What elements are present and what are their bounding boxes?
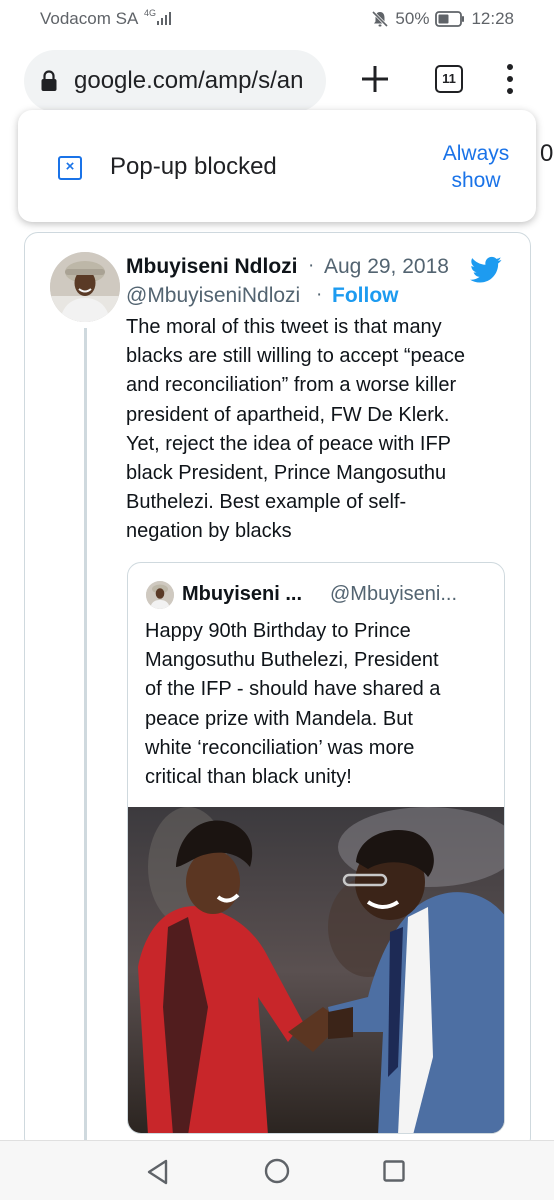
tweet-text-line: Buthelezi. Best example of self- <box>126 491 407 514</box>
tab-switcher-button[interactable]: 11 <box>435 65 463 93</box>
tweet-text-line: and reconciliation” from a worse killer <box>126 374 457 397</box>
separator-dot: · <box>308 255 315 276</box>
signal-icon <box>157 12 171 25</box>
carrier-name: Vodacom SA <box>40 9 139 28</box>
quoted-text-line: Mangosuthu Buthelezi, President <box>145 649 439 672</box>
quoted-text-line: Happy 90th Birthday to Prince <box>145 620 411 642</box>
tweet-text-line: Yet, reject the idea of peace with IFP <box>126 432 452 455</box>
quoted-text-line: critical than black unity! <box>145 766 352 789</box>
tweet-text-line: blacks are still willing to accept “peac… <box>126 345 466 368</box>
battery-percent: 50% <box>395 9 430 28</box>
bell-muted-icon <box>372 10 389 28</box>
thread-line <box>84 328 87 1140</box>
tweet-text: The moral of this tweet is that many bla… <box>126 313 526 547</box>
author-avatar[interactable] <box>50 252 120 322</box>
always-show-label-line1: Always <box>442 142 510 165</box>
quoted-text-line: white ‘reconciliation’ was more <box>145 736 415 759</box>
tweet-text-line: black President, Prince Mangosuthu <box>126 462 447 485</box>
status-right: 50% 12:28 <box>371 9 514 29</box>
quoted-text-line: of the IFP - should have shared a <box>145 678 441 701</box>
tweet-date[interactable]: Aug 29, 2018 <box>324 255 449 279</box>
clock: 12:28 <box>471 9 514 28</box>
author-handle[interactable]: @MbuyiseniNdlozi <box>126 284 300 308</box>
follow-button[interactable]: Follow <box>332 284 399 308</box>
network-type: 4G <box>144 8 157 18</box>
quoted-text-line: peace prize with Mandela. But <box>145 707 413 730</box>
address-bar[interactable]: google.com/amp/s/an <box>24 50 326 112</box>
always-show-label-line2: show <box>451 169 501 192</box>
quoted-author-handle: @Mbuyiseni... <box>330 583 458 605</box>
quoted-author-avatar <box>146 581 174 609</box>
battery-icon <box>435 11 465 27</box>
new-tab-plus-icon[interactable] <box>358 62 392 96</box>
overflow-menu-icon[interactable] <box>504 64 516 98</box>
author-name[interactable]: Mbuyiseni Ndlozi <box>126 255 298 279</box>
home-circle-icon[interactable] <box>264 1158 290 1184</box>
recents-square-icon[interactable] <box>383 1160 405 1182</box>
always-show-button[interactable]: Always show <box>426 140 526 194</box>
system-nav-bar <box>0 1140 554 1200</box>
quoted-author-name: Mbuyiseni ... <box>182 583 303 605</box>
twitter-bird-icon[interactable] <box>470 256 502 284</box>
clipped-page-text: 0: <box>539 140 554 167</box>
status-bar: Vodacom SA 4G 50% 12:28 <box>0 0 554 38</box>
back-triangle-icon[interactable] <box>146 1159 170 1185</box>
tweet-text-line: The moral of this tweet is that many <box>126 316 442 338</box>
quoted-tweet-text: Happy 90th Birthday to Prince Mangosuthu… <box>145 617 495 792</box>
popup-blocked-icon: × <box>58 156 82 180</box>
popup-blocked-bar: × Pop-up blocked Always show <box>18 110 536 222</box>
tweet-text-line: negation by blacks <box>126 520 292 543</box>
quoted-tweet-photo[interactable] <box>128 807 505 1134</box>
quoted-tweet[interactable]: Mbuyiseni ... @Mbuyiseni... Happy 90th B… <box>127 562 505 1134</box>
separator-dot: · <box>316 284 323 305</box>
tweet-text-line: president of apartheid, FW De Klerk. <box>126 403 450 426</box>
lock-icon <box>41 70 57 91</box>
popup-blocked-message: Pop-up blocked <box>110 153 277 180</box>
url-text[interactable]: google.com/amp/s/an <box>74 67 318 95</box>
